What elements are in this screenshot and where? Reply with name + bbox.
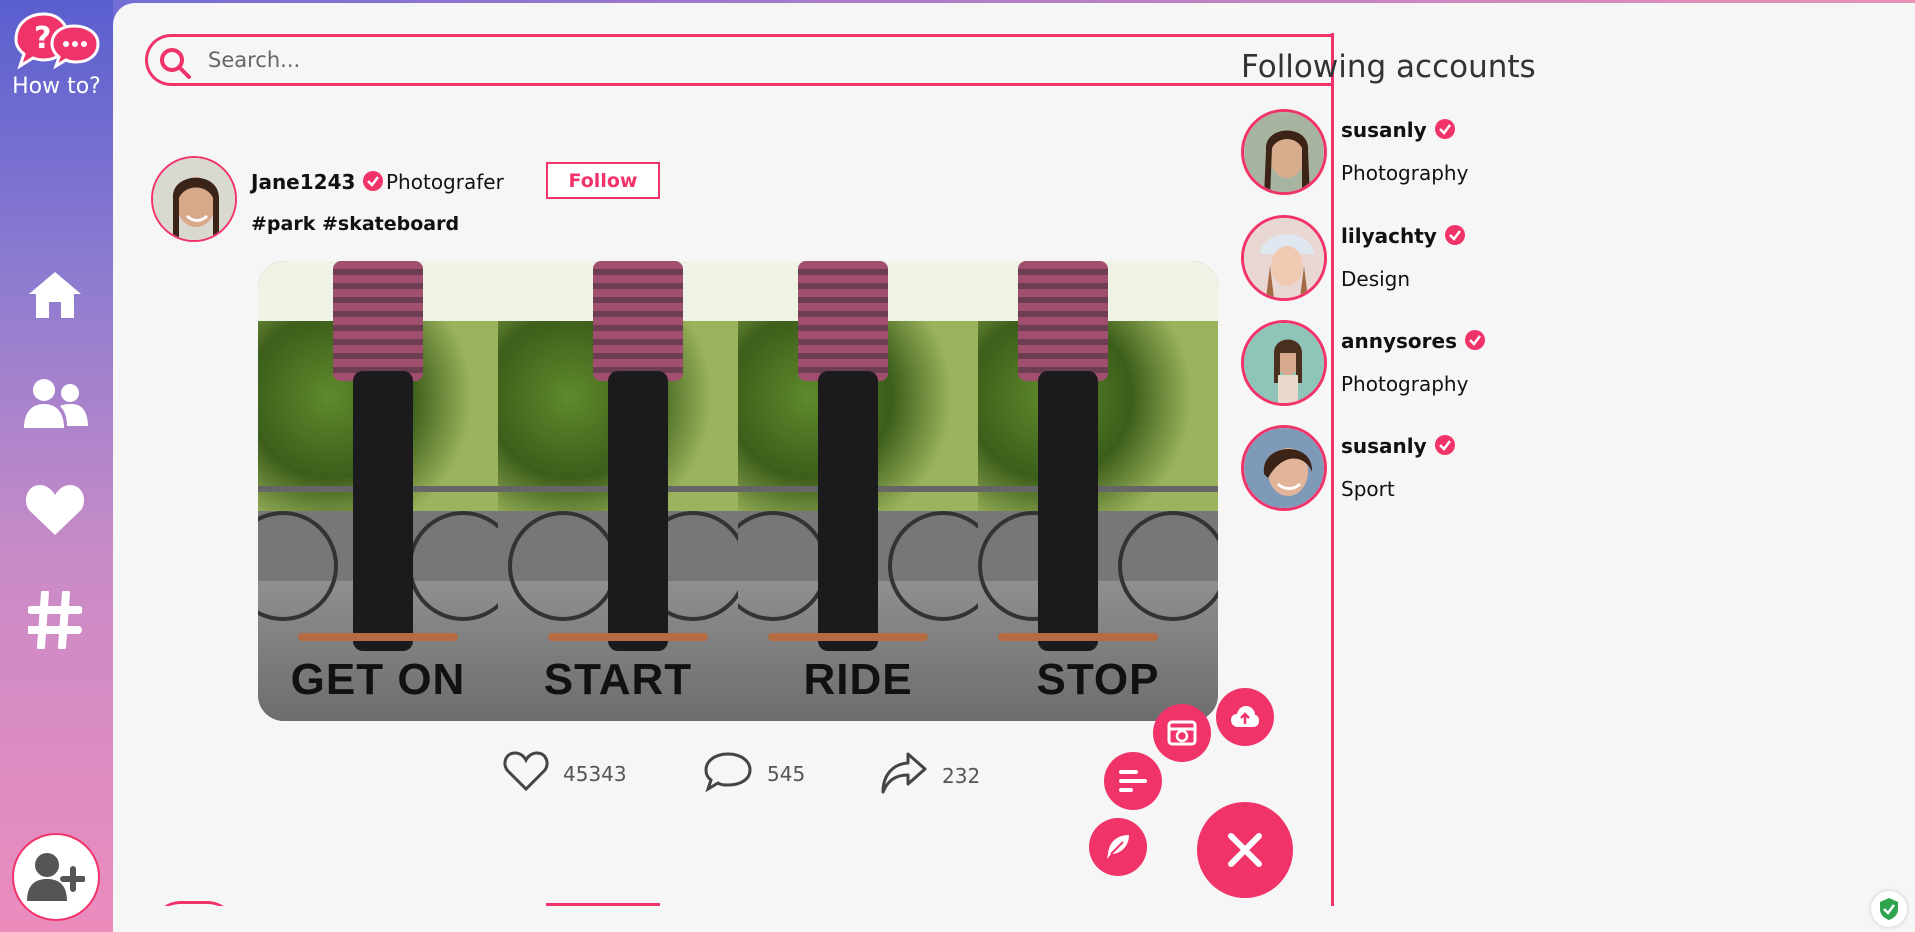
account-name[interactable]: lilyachty bbox=[1341, 224, 1466, 251]
account-category: Photography bbox=[1341, 161, 1469, 185]
account-category: Photography bbox=[1341, 372, 1469, 396]
write-button[interactable] bbox=[1089, 818, 1147, 876]
account-name[interactable]: susanly bbox=[1341, 118, 1456, 145]
verified-icon bbox=[1434, 434, 1456, 461]
close-icon bbox=[1228, 833, 1262, 867]
account-name-text[interactable]: susanly bbox=[1341, 118, 1427, 142]
image-label: STOP bbox=[1036, 655, 1160, 704]
comment-stat[interactable]: 545 bbox=[703, 750, 805, 797]
image-label: GET ON bbox=[290, 655, 466, 704]
close-button[interactable] bbox=[1197, 802, 1293, 898]
post-role: Photografer bbox=[386, 170, 504, 194]
camera-icon bbox=[1167, 720, 1197, 746]
feather-icon bbox=[1107, 835, 1129, 859]
search-input[interactable] bbox=[208, 45, 1308, 75]
post-username-text[interactable]: Jane1243 bbox=[251, 170, 355, 194]
heart-icon[interactable] bbox=[20, 474, 90, 544]
search-icon[interactable] bbox=[158, 46, 192, 85]
following-account[interactable]: susanly Sport bbox=[1241, 425, 1741, 515]
next-post-follow[interactable] bbox=[546, 903, 660, 906]
account-name-text[interactable]: susanly bbox=[1341, 434, 1427, 458]
share-stat[interactable]: 232 bbox=[878, 750, 980, 801]
post-hashtags[interactable]: #park #skateboard bbox=[251, 213, 459, 235]
heart-outline-icon[interactable] bbox=[503, 750, 549, 797]
hashtag-icon[interactable] bbox=[20, 585, 90, 655]
following-account[interactable]: annysores Photography bbox=[1241, 320, 1741, 410]
logo-text: How to? bbox=[12, 74, 101, 99]
following-title: Following accounts bbox=[1241, 49, 1536, 85]
post-image[interactable]: GET ON START RIDE STOP bbox=[258, 261, 1218, 721]
follow-button[interactable]: Follow bbox=[546, 162, 660, 199]
avatar[interactable] bbox=[1241, 215, 1327, 301]
comment-icon[interactable] bbox=[703, 750, 753, 797]
comment-count: 545 bbox=[767, 761, 806, 786]
verified-icon bbox=[1464, 329, 1486, 356]
search-bar[interactable] bbox=[145, 34, 1333, 86]
account-category: Design bbox=[1341, 267, 1411, 291]
cloud-upload-icon bbox=[1231, 706, 1259, 727]
verified-icon bbox=[1434, 118, 1456, 145]
avatar[interactable] bbox=[1241, 320, 1327, 406]
account-name[interactable]: annysores bbox=[1341, 329, 1486, 356]
share-icon[interactable] bbox=[878, 750, 928, 801]
text-post-button[interactable] bbox=[1104, 752, 1162, 810]
verified-icon bbox=[362, 170, 384, 197]
sidebar: ? How to? bbox=[0, 0, 113, 932]
next-post-avatar[interactable] bbox=[151, 901, 237, 906]
like-stat[interactable]: 45343 bbox=[503, 750, 627, 797]
image-label: START bbox=[543, 655, 693, 704]
account-name-text[interactable]: lilyachty bbox=[1341, 224, 1437, 248]
following-account[interactable]: lilyachty Design bbox=[1241, 215, 1741, 305]
account-name[interactable]: susanly bbox=[1341, 434, 1456, 461]
verified-icon bbox=[1444, 224, 1466, 251]
feed: Jane1243 Photografer Follow #park #skate… bbox=[113, 3, 1333, 906]
avatar[interactable] bbox=[1241, 109, 1327, 195]
photo-button[interactable] bbox=[1153, 704, 1211, 762]
svg-text:?: ? bbox=[34, 21, 51, 56]
post-username[interactable]: Jane1243 bbox=[251, 170, 384, 197]
logo[interactable]: ? bbox=[10, 10, 102, 70]
shield-icon[interactable] bbox=[1871, 891, 1907, 927]
like-count: 45343 bbox=[563, 761, 627, 786]
add-user-icon bbox=[27, 853, 85, 901]
following-account[interactable]: susanly Photography bbox=[1241, 109, 1741, 199]
image-panel: GET ON bbox=[258, 261, 498, 721]
share-count: 232 bbox=[942, 763, 981, 788]
upload-button[interactable] bbox=[1216, 688, 1274, 746]
home-icon[interactable] bbox=[20, 260, 90, 330]
align-left-icon bbox=[1119, 770, 1147, 792]
image-panel: STOP bbox=[978, 261, 1218, 721]
image-panel: RIDE bbox=[738, 261, 978, 721]
account-name-text[interactable]: annysores bbox=[1341, 329, 1457, 353]
users-icon[interactable] bbox=[20, 368, 90, 438]
image-label: RIDE bbox=[803, 655, 913, 704]
post-avatar[interactable] bbox=[151, 156, 237, 242]
image-panel: START bbox=[498, 261, 738, 721]
avatar[interactable] bbox=[1241, 425, 1327, 511]
add-user-button[interactable] bbox=[12, 833, 100, 921]
account-category: Sport bbox=[1341, 477, 1395, 501]
